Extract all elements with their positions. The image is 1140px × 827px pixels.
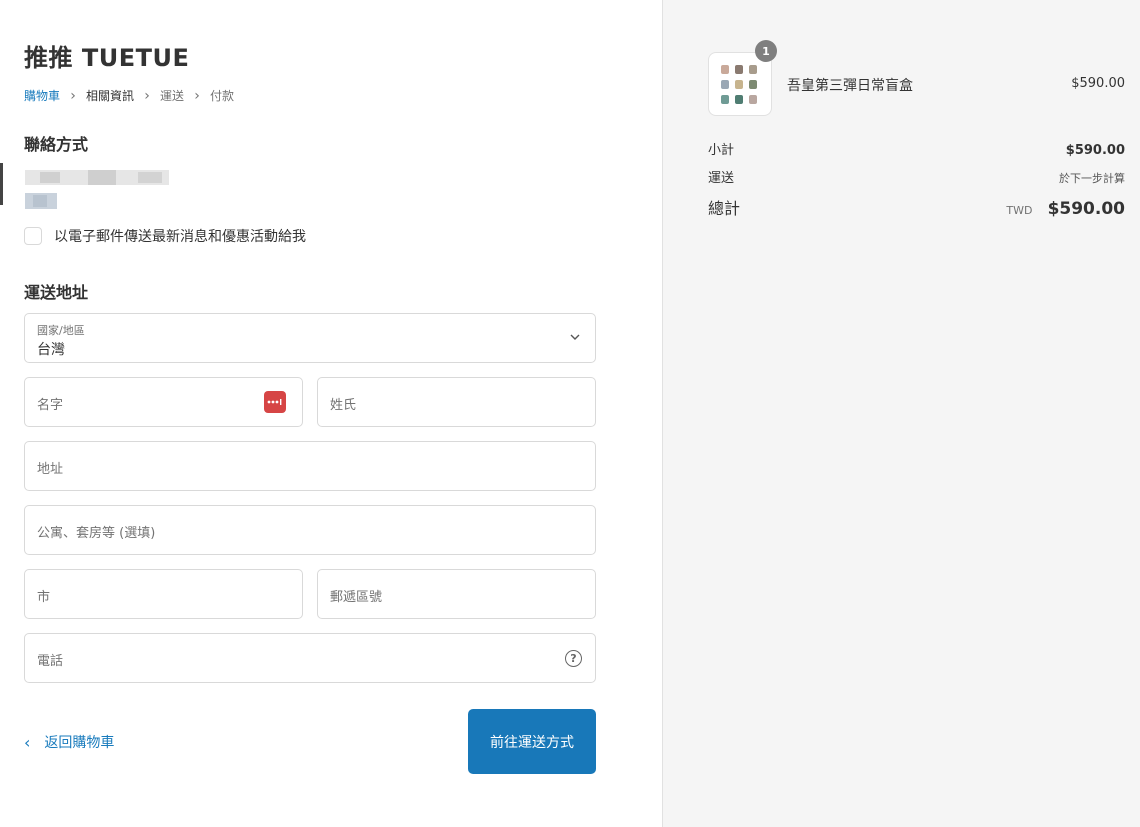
contact-indicator	[0, 163, 3, 205]
total-value: $590.00	[1047, 199, 1125, 219]
address-field[interactable]: 地址	[24, 441, 596, 491]
shipping-row: 運送 於下一步計算	[708, 167, 1125, 186]
password-manager-icon[interactable]	[264, 391, 286, 413]
address-placeholder: 地址	[37, 462, 64, 477]
order-summary: 1 吾皇第三彈日常盲盒 $590.00 小計 $590.00 運送 於下一步計算…	[662, 0, 1140, 827]
total-currency: TWD	[1006, 204, 1033, 217]
chevron-down-icon	[570, 334, 580, 340]
subtotal-value: $590.00	[1065, 143, 1125, 158]
country-value: 台灣	[37, 342, 65, 358]
breadcrumb-shipping: 運送	[160, 89, 185, 103]
contact-section-title: 聯絡方式	[24, 135, 89, 154]
shipping-label: 運送	[708, 171, 735, 186]
product-price: $590.00	[1071, 76, 1125, 91]
chevron-right-icon: ›	[194, 87, 200, 104]
country-select[interactable]: 國家/地區 台灣	[24, 313, 596, 363]
help-icon[interactable]: ?	[565, 650, 582, 667]
shipping-section-title: 運送地址	[24, 283, 89, 302]
chevron-right-icon: ›	[70, 87, 76, 104]
breadcrumb: 購物車 › 相關資訊 › 運送 › 付款	[24, 87, 234, 104]
country-label: 國家/地區	[37, 324, 85, 337]
shipping-value: 於下一步計算	[1059, 172, 1125, 185]
subtotal-label: 小計	[708, 143, 735, 158]
chevron-right-icon: ›	[144, 87, 150, 104]
total-label: 總計	[708, 199, 741, 218]
total-amount: TWD $590.00	[1006, 199, 1125, 219]
checkout-main: 推推 TUETUE 購物車 › 相關資訊 › 運送 › 付款 聯絡方式 以電子郵…	[0, 0, 662, 827]
breadcrumb-information: 相關資訊	[86, 89, 135, 103]
city-placeholder: 市	[37, 590, 51, 605]
breadcrumb-payment: 付款	[210, 89, 235, 103]
first-name-placeholder: 名字	[37, 398, 64, 413]
first-name-field[interactable]: 名字	[24, 377, 303, 427]
postal-code-placeholder: 郵遞區號	[330, 590, 383, 605]
phone-placeholder: 電話	[37, 654, 64, 669]
product-name: 吾皇第三彈日常盲盒	[787, 78, 913, 94]
return-to-cart-link[interactable]: ‹ 返回購物車	[24, 732, 114, 752]
chevron-left-icon: ‹	[24, 732, 31, 752]
city-field[interactable]: 市	[24, 569, 303, 619]
subtotal-row: 小計 $590.00	[708, 139, 1125, 158]
continue-to-shipping-button[interactable]: 前往運送方式	[468, 709, 596, 774]
apartment-placeholder: 公寓、套房等 (選填)	[37, 526, 156, 541]
last-name-placeholder: 姓氏	[330, 398, 357, 413]
quantity-badge: 1	[755, 40, 777, 62]
breadcrumb-cart[interactable]: 購物車	[24, 87, 60, 104]
phone-field[interactable]: 電話 ?	[24, 633, 596, 683]
return-to-cart-label[interactable]: 返回購物車	[44, 732, 114, 752]
store-title[interactable]: 推推 TUETUE	[24, 38, 189, 73]
newsletter-checkbox[interactable]	[24, 227, 42, 245]
newsletter-label[interactable]: 以電子郵件傳送最新消息和優惠活動給我	[54, 226, 306, 246]
last-name-field[interactable]: 姓氏	[317, 377, 596, 427]
total-row: 總計 TWD $590.00	[708, 195, 1125, 219]
apartment-field[interactable]: 公寓、套房等 (選填)	[24, 505, 596, 555]
newsletter-option: 以電子郵件傳送最新消息和優惠活動給我	[24, 226, 306, 246]
postal-code-field[interactable]: 郵遞區號	[317, 569, 596, 619]
